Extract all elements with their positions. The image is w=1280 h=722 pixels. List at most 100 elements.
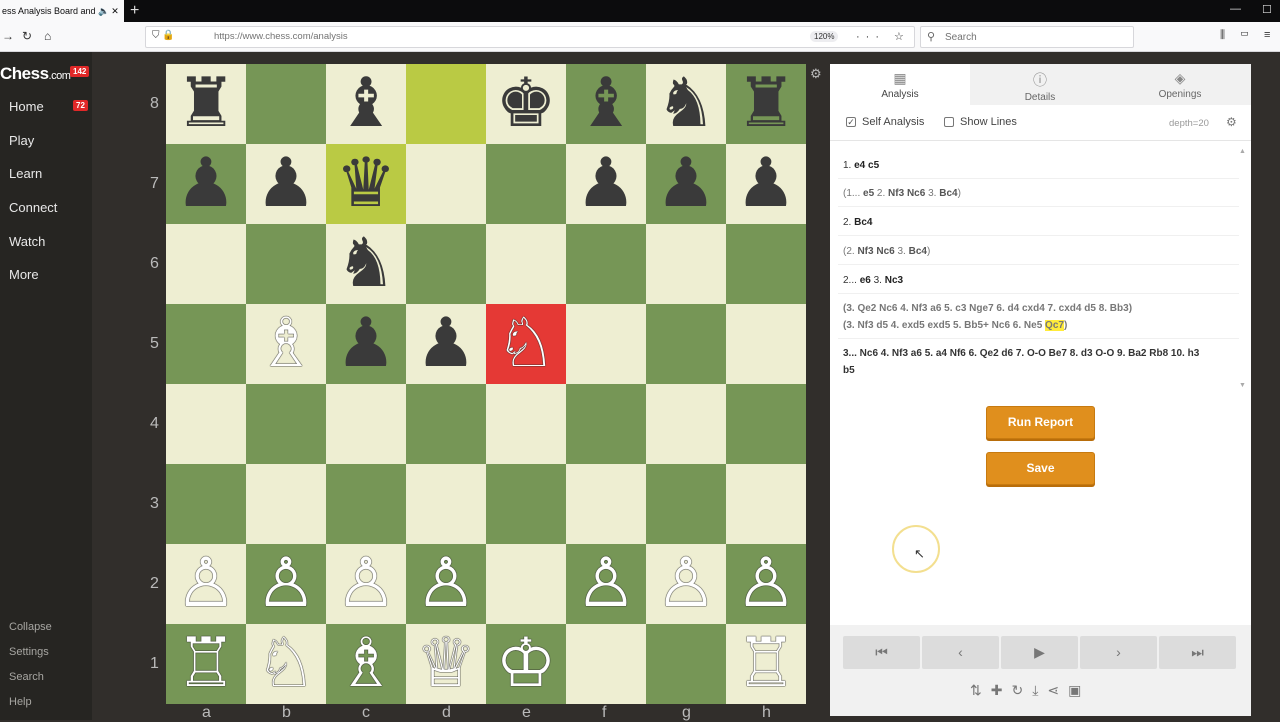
play-button[interactable]: ▶: [1001, 636, 1078, 669]
share-icon[interactable]: ⋖: [1047, 682, 1068, 698]
move[interactable]: Bc4: [854, 217, 872, 228]
move[interactable]: Nc6: [907, 188, 925, 199]
move-line[interactable]: 1. e4 c5: [843, 160, 879, 171]
square-b5[interactable]: ♗: [246, 304, 326, 384]
square-b3[interactable]: [246, 464, 326, 544]
square-c8[interactable]: ♝: [326, 64, 406, 144]
board-settings-icon[interactable]: ⚙: [810, 66, 822, 82]
chess-piece[interactable]: ♚: [496, 70, 557, 138]
show-lines-checkbox[interactable]: [944, 117, 954, 127]
square-a2[interactable]: ♙: [166, 544, 246, 624]
square-f6[interactable]: [566, 224, 646, 304]
chess-piece[interactable]: ♟: [416, 310, 477, 378]
self-analysis-label[interactable]: Self Analysis: [862, 116, 924, 128]
square-h4[interactable]: [726, 384, 806, 464]
chess-piece[interactable]: ♙: [176, 550, 237, 618]
tab-details[interactable]: ⓘ Details: [970, 64, 1110, 105]
square-h8[interactable]: ♜: [726, 64, 806, 144]
chess-piece[interactable]: ♗: [256, 310, 317, 378]
home-icon[interactable]: ⌂: [44, 29, 51, 43]
square-b4[interactable]: [246, 384, 326, 464]
variation-line[interactable]: (3. Nf3 d5 4. exd5 exd5 5. Bb5+ Nc6 6. N…: [843, 320, 1067, 331]
chess-piece[interactable]: ♞: [656, 70, 717, 138]
nav-home[interactable]: Home: [9, 99, 44, 114]
square-e1[interactable]: ♔: [486, 624, 566, 704]
nav-play[interactable]: Play: [9, 133, 34, 148]
chess-piece[interactable]: ♙: [736, 550, 797, 618]
square-h1[interactable]: ♖: [726, 624, 806, 704]
library-icon[interactable]: ⫼ ▭ ≡: [1220, 29, 1276, 42]
move[interactable]: Bc4: [939, 188, 957, 199]
chess-piece[interactable]: ♕: [416, 630, 477, 698]
self-analysis-checkbox[interactable]: ✓: [846, 117, 856, 127]
square-e8[interactable]: ♚: [486, 64, 566, 144]
move[interactable]: e5: [863, 188, 874, 199]
chess-piece[interactable]: ♙: [416, 550, 477, 618]
square-f1[interactable]: [566, 624, 646, 704]
square-c1[interactable]: ♗: [326, 624, 406, 704]
square-e3[interactable]: [486, 464, 566, 544]
square-d4[interactable]: [406, 384, 486, 464]
square-f2[interactable]: ♙: [566, 544, 646, 624]
chess-piece[interactable]: ♟: [336, 310, 397, 378]
chess-piece[interactable]: ♙: [336, 550, 397, 618]
square-c2[interactable]: ♙: [326, 544, 406, 624]
chess-piece[interactable]: ♙: [256, 550, 317, 618]
nav-collapse[interactable]: Collapse: [9, 621, 52, 633]
square-g7[interactable]: ♟: [646, 144, 726, 224]
chess-piece[interactable]: ♛: [336, 150, 397, 218]
move-line[interactable]: 2. Bc4: [843, 217, 872, 228]
maximize-icon[interactable]: ☐: [1262, 3, 1272, 16]
variation-line[interactable]: (2. Nf3 Nc6 3. Bc4): [843, 246, 930, 257]
chess-piece[interactable]: ♟: [736, 150, 797, 218]
square-e4[interactable]: [486, 384, 566, 464]
square-h7[interactable]: ♟: [726, 144, 806, 224]
square-a5[interactable]: [166, 304, 246, 384]
chess-logo[interactable]: Chess.com: [0, 64, 71, 84]
square-a6[interactable]: [166, 224, 246, 304]
speaker-icon[interactable]: 🔈: [98, 6, 109, 17]
square-b6[interactable]: [246, 224, 326, 304]
nav-more[interactable]: More: [9, 267, 39, 282]
move-line[interactable]: 2... e6 3. Nc3: [843, 275, 903, 286]
flip-board-icon[interactable]: ⇅: [970, 682, 991, 698]
square-g6[interactable]: [646, 224, 726, 304]
chess-piece[interactable]: ♟: [256, 150, 317, 218]
tab-openings[interactable]: ◈ Openings: [1110, 64, 1250, 105]
chess-piece[interactable]: ♙: [656, 550, 717, 618]
square-g8[interactable]: ♞: [646, 64, 726, 144]
chess-piece[interactable]: ♙: [576, 550, 637, 618]
square-c5[interactable]: ♟: [326, 304, 406, 384]
square-c3[interactable]: [326, 464, 406, 544]
square-b1[interactable]: ♘: [246, 624, 326, 704]
square-f4[interactable]: [566, 384, 646, 464]
square-h3[interactable]: [726, 464, 806, 544]
move[interactable]: Bc4: [909, 246, 927, 257]
security-icon[interactable]: ⛉ 🔒: [152, 30, 175, 41]
chess-piece[interactable]: ♜: [736, 70, 797, 138]
next-move-button[interactable]: ›: [1080, 636, 1157, 669]
square-c4[interactable]: [326, 384, 406, 464]
square-c6[interactable]: ♞: [326, 224, 406, 304]
square-e6[interactable]: [486, 224, 566, 304]
image-icon[interactable]: ▣: [1068, 682, 1090, 698]
download-icon[interactable]: ⤓: [1032, 682, 1047, 698]
square-h5[interactable]: [726, 304, 806, 384]
first-move-button[interactable]: ⏮: [843, 636, 920, 669]
run-report-button[interactable]: Run Report: [986, 406, 1095, 439]
browser-tab[interactable]: ess Analysis Board and P 🔈 ✕: [0, 0, 124, 22]
nav-search[interactable]: Search: [9, 671, 44, 683]
nav-learn[interactable]: Learn: [9, 166, 42, 181]
square-d1[interactable]: ♕: [406, 624, 486, 704]
square-a7[interactable]: ♟: [166, 144, 246, 224]
variation-line[interactable]: (1... e5 2. Nf3 Nc6 3. Bc4): [843, 188, 961, 199]
url-bar[interactable]: ⛉ 🔒 https://www.chess.com/analysis 120% …: [145, 26, 915, 48]
square-f8[interactable]: ♝: [566, 64, 646, 144]
chess-board[interactable]: ♜ ♝ ♚ ♝ ♞ ♜ ♟ ♟ ♛ ♟ ♟ ♟ ♞ ♗ ♟ ♟ ♘ ♙ ♙ ♙ ♙ ♙ ♙ ♙ ♖ ♘ ♗ ♕ ♔ ♖: [166, 64, 806, 704]
zoom-badge[interactable]: 120%: [810, 31, 839, 42]
chess-piece[interactable]: ♘: [496, 310, 557, 378]
nav-connect[interactable]: Connect: [9, 200, 57, 215]
save-button[interactable]: Save: [986, 452, 1095, 485]
square-h6[interactable]: [726, 224, 806, 304]
square-g4[interactable]: [646, 384, 726, 464]
